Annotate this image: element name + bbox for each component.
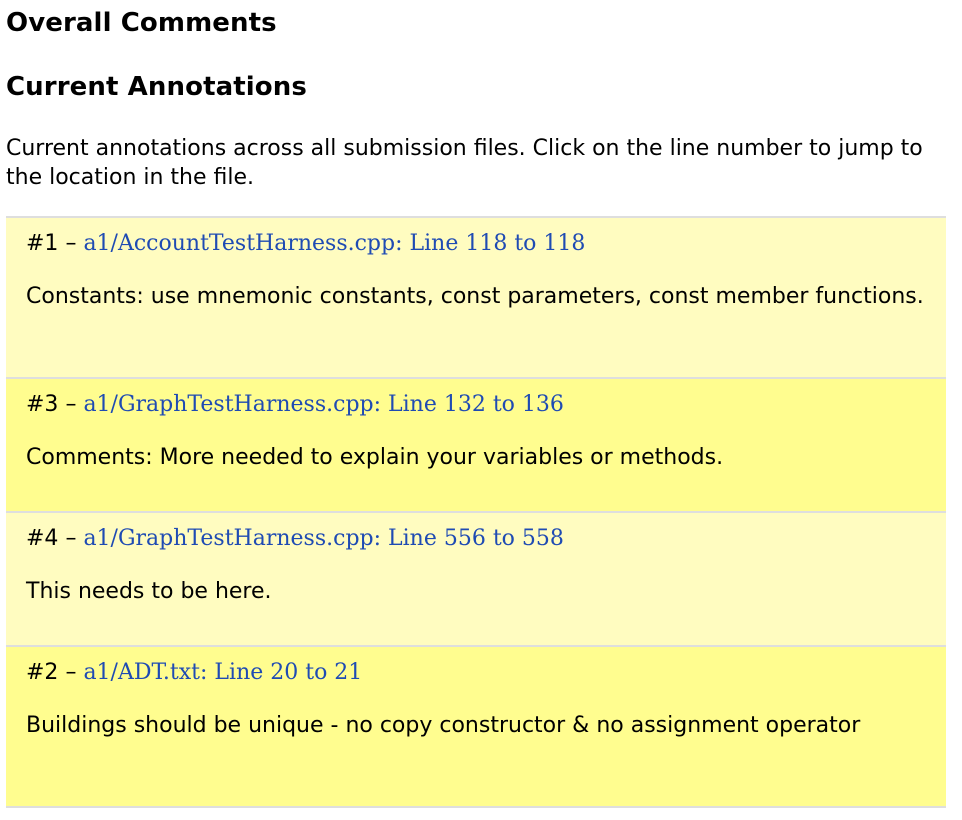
annotation-header: #3 – a1/GraphTestHarness.cpp: Line 132 t… — [26, 389, 926, 421]
annotation-separator: – — [65, 392, 77, 417]
annotation-number: #2 — [26, 660, 59, 685]
annotation-text: Buildings should be unique - no copy con… — [26, 713, 861, 738]
annotation-location-link[interactable]: a1/AccountTestHarness.cpp: Line 118 to 1… — [83, 231, 585, 256]
annotation-text: Constants: use mnemonic constants, const… — [26, 284, 924, 309]
annotation-item: #4 – a1/GraphTestHarness.cpp: Line 556 t… — [6, 513, 946, 647]
annotation-location-link[interactable]: a1/GraphTestHarness.cpp: Line 132 to 136 — [83, 392, 563, 417]
annotation-item: #3 – a1/GraphTestHarness.cpp: Line 132 t… — [6, 379, 946, 513]
annotation-location-link[interactable]: a1/GraphTestHarness.cpp: Line 556 to 558 — [83, 526, 563, 551]
annotation-text: This needs to be here. — [26, 579, 272, 604]
annotation-header: #4 – a1/GraphTestHarness.cpp: Line 556 t… — [26, 523, 926, 555]
annotations-intro-text: Current annotations across all submissio… — [6, 136, 923, 190]
current-annotations-heading: Current Annotations — [6, 72, 307, 102]
annotation-list: #1 – a1/AccountTestHarness.cpp: Line 118… — [6, 216, 946, 808]
annotation-number: #4 — [26, 526, 59, 551]
annotation-item: #2 – a1/ADT.txt: Line 20 to 21 Buildings… — [6, 647, 946, 808]
overall-comments-heading: Overall Comments — [6, 8, 277, 38]
annotation-location-link[interactable]: a1/ADT.txt: Line 20 to 21 — [83, 660, 362, 685]
annotation-item: #1 – a1/AccountTestHarness.cpp: Line 118… — [6, 218, 946, 379]
annotation-separator: – — [65, 526, 77, 551]
annotation-header: #2 – a1/ADT.txt: Line 20 to 21 — [26, 657, 926, 689]
annotation-number: #3 — [26, 392, 59, 417]
annotation-separator: – — [65, 660, 77, 685]
annotations-page: Overall Comments Current Annotations Cur… — [0, 0, 962, 820]
annotation-header: #1 – a1/AccountTestHarness.cpp: Line 118… — [26, 228, 926, 260]
annotation-number: #1 — [26, 231, 59, 256]
annotation-separator: – — [65, 231, 77, 256]
annotation-text: Comments: More needed to explain your va… — [26, 445, 724, 470]
